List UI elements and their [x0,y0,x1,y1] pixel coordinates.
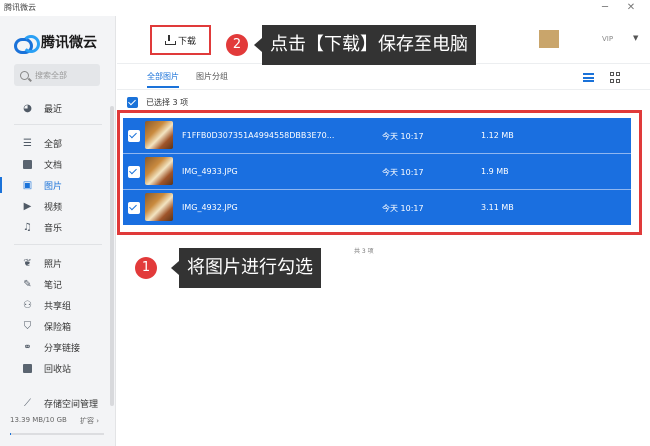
chevron-down-icon[interactable]: ▼ [633,34,638,42]
select-all[interactable]: 已选择 3 项 [127,97,188,108]
sidebar: 腾讯微云 搜索全部 ◕ 最近 ☰ 全部 文档 ▣ 图片 ▶ 视频 ♫ 音乐 ❦ … [0,16,116,446]
table-row[interactable]: IMG_4932.JPG 今天 10:17 3.11 MB [123,190,631,225]
sidebar-item-images[interactable]: ▣ 图片 [0,175,116,195]
sidebar-item-label: 分享链接 [44,343,81,354]
storage-usage-bar [10,433,104,435]
sidebar-item-label: 存储空间管理 [44,399,99,410]
image-thumbnail [145,121,173,149]
callout-arrow [254,38,262,52]
selection-count: 已选择 3 项 [146,98,189,107]
storage-usage-fill [10,433,11,435]
storage-usage-text: 13.39 MB/10 GB [10,416,67,424]
broom-icon: ⟋ [24,397,31,409]
image-icon: ▣ [22,179,33,191]
sidebar-item-safe[interactable]: ⛉ 保险箱 [0,316,116,336]
table-row[interactable]: IMG_4933.JPG 今天 10:17 1.9 MB [123,154,631,189]
sidebar-item-label: 回收站 [44,364,72,375]
sidebar-item-shared-groups[interactable]: ⚇ 共享组 [0,295,116,315]
file-name: F1FFB0D307351A4994558DBB3E70... [182,131,335,140]
file-name: IMG_4932.JPG [182,203,238,212]
tab-all-images[interactable]: 全部图片 [147,71,179,88]
sidebar-divider [14,244,102,245]
file-time: 今天 10:17 [382,132,424,141]
sidebar-item-music[interactable]: ♫ 音乐 [0,217,116,237]
tab-image-groups[interactable]: 图片分组 [196,71,228,82]
sidebar-item-label: 视频 [44,202,63,213]
group-icon: ⚇ [23,299,32,311]
file-size: 1.12 MB [481,131,514,140]
callout-text: 将图片进行勾选 [179,248,321,288]
app-logo: 腾讯微云 [14,32,97,54]
image-thumbnail [145,193,173,221]
close-button[interactable]: ✕ [624,1,638,15]
sidebar-item-label: 最近 [44,104,63,115]
sidebar-item-label: 保险箱 [44,322,72,333]
logo-text: 腾讯微云 [41,35,97,51]
share-link-icon: ⚭ [23,341,32,353]
trash-icon [22,363,33,374]
sidebar-item-notes[interactable]: ✎ 笔记 [0,274,116,294]
file-time: 今天 10:17 [382,204,424,213]
download-button[interactable]: 下载 [150,25,211,55]
sidebar-item-label: 文档 [44,160,63,171]
sidebar-item-storage-management[interactable]: ⟋ 存储空间管理 [0,393,116,413]
sidebar-item-share-links[interactable]: ⚭ 分享链接 [0,337,116,357]
shield-icon: ⛉ [23,320,32,332]
video-icon: ▶ [23,200,32,212]
callout-number: 2 [226,34,248,56]
callout-2: 2 点击【下载】保存至电脑 [226,25,476,65]
minimize-button[interactable]: ─ [598,1,612,15]
title-bar: 腾讯微云 ─ ✕ [0,0,650,16]
sidebar-item-label: 共享组 [44,301,72,312]
row-checkbox[interactable] [128,130,140,142]
list-view-icon[interactable] [583,73,594,82]
file-name: IMG_4933.JPG [182,167,238,176]
file-size: 1.9 MB [481,167,509,176]
grid-view-icon[interactable] [610,72,621,83]
window-title: 腾讯微云 [4,3,36,12]
total-count: 共 3 项 [354,248,374,255]
cloud-logo-icon [14,35,40,54]
sidebar-item-label: 音乐 [44,223,63,234]
file-size: 3.11 MB [481,203,514,212]
file-time: 今天 10:17 [382,168,424,177]
music-icon: ♫ [23,221,32,233]
table-row[interactable]: F1FFB0D307351A4994558DBB3E70... 今天 10:17… [123,118,631,153]
sidebar-item-documents[interactable]: 文档 [0,154,116,174]
pen-icon: ✎ [23,278,32,290]
sidebar-item-videos[interactable]: ▶ 视频 [0,196,116,216]
view-tabs: 全部图片 图片分组 [117,64,650,90]
row-checkbox[interactable] [128,166,140,178]
sidebar-divider [14,124,102,125]
select-all-checkbox[interactable] [127,97,138,108]
sidebar-item-label: 全部 [44,139,63,150]
image-thumbnail [145,157,173,185]
clock-icon: ◕ [23,102,32,114]
stack-icon: ☰ [23,137,32,149]
photo-leaf-icon: ❦ [23,257,32,269]
callout-number: 1 [135,257,157,279]
sidebar-item-photos[interactable]: ❦ 照片 [0,253,116,273]
sidebar-item-recycle-bin[interactable]: 回收站 [0,358,116,378]
search-input[interactable]: 搜索全部 [14,64,100,86]
search-placeholder: 搜索全部 [35,70,67,80]
sidebar-item-all[interactable]: ☰ 全部 [0,133,116,153]
search-icon [20,70,29,80]
download-label: 下载 [177,36,196,47]
sidebar-scrollbar[interactable] [110,106,114,406]
expand-storage-link[interactable]: 扩容 › [80,416,99,426]
sidebar-item-label: 笔记 [44,280,63,291]
sidebar-item-label: 照片 [44,259,63,270]
sidebar-item-label: 图片 [44,181,63,192]
sidebar-item-recent[interactable]: ◕ 最近 [0,98,116,118]
avatar[interactable] [539,30,559,48]
vip-badge: VIP [602,35,614,43]
row-checkbox[interactable] [128,202,140,214]
callout-arrow [171,261,179,275]
callout-text: 点击【下载】保存至电脑 [262,25,476,65]
callout-1: 1 将图片进行勾选 [135,248,321,288]
download-icon [164,35,176,45]
document-icon [22,159,33,170]
